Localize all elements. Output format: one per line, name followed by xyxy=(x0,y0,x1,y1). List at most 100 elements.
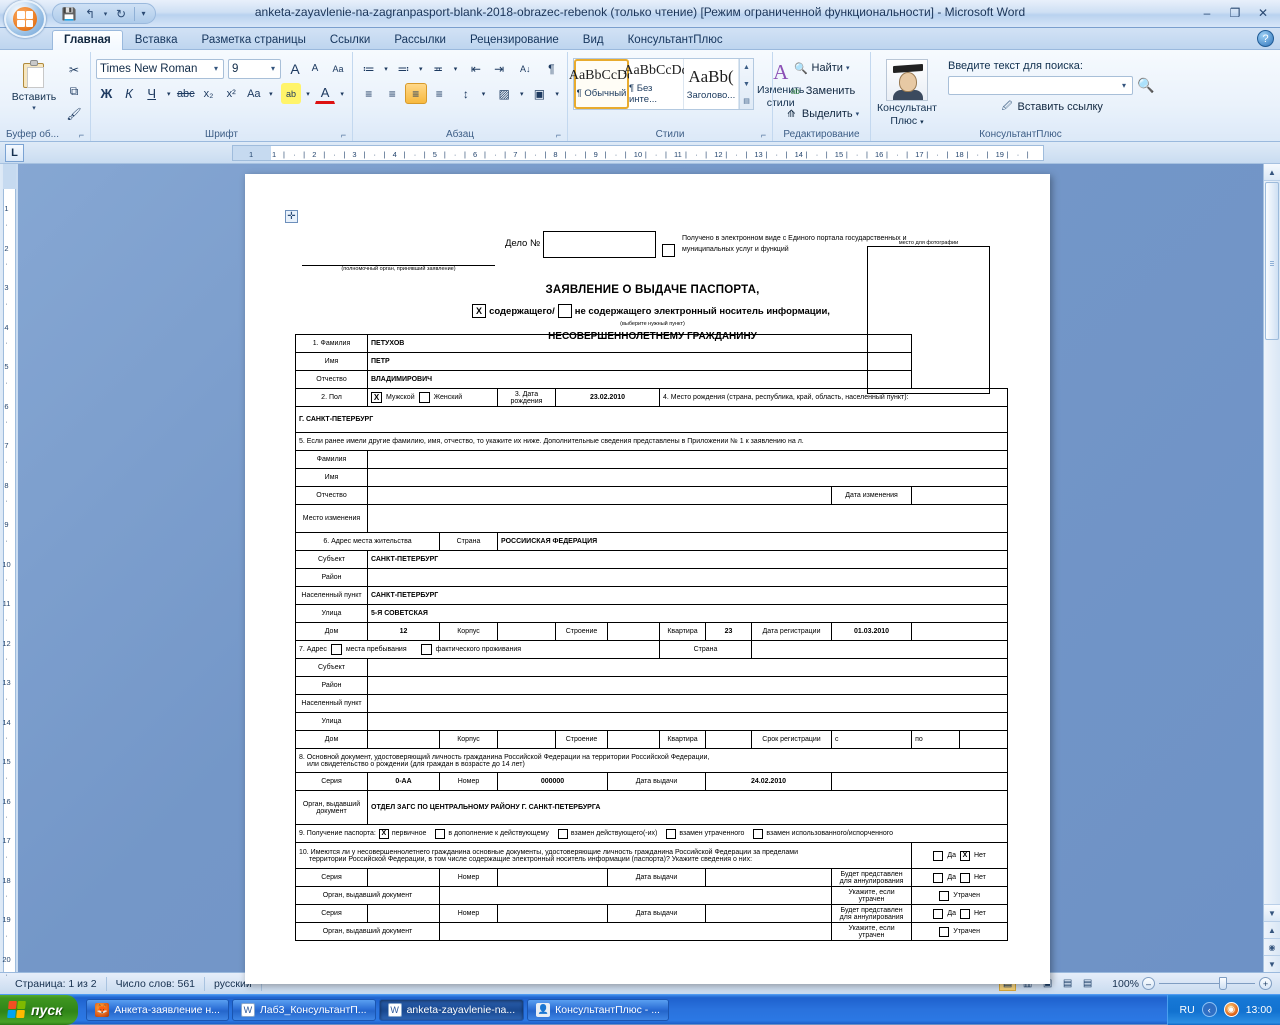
taskbar-item-lab3[interactable]: W Лаб3_КонсультантП... xyxy=(231,998,376,1021)
font-size-input[interactable] xyxy=(229,62,266,75)
contains-chip-checkbox[interactable]: X xyxy=(472,304,487,318)
vertical-scrollbar[interactable]: ▲ ▼ ▲ ◉ ▼ xyxy=(1263,164,1280,972)
doc-series-value[interactable]: 0-АА xyxy=(367,772,440,791)
multilevel-caret-icon[interactable]: ▾ xyxy=(451,58,461,79)
view-draft-button[interactable]: ▤ xyxy=(1079,976,1096,991)
consultant-search-combo[interactable]: ▾ xyxy=(948,76,1133,95)
clear-formatting-button[interactable]: Aa xyxy=(329,58,347,79)
style-item-bez-interval[interactable]: AaBbCcDd ¶ Без инте... xyxy=(623,59,689,109)
show-formatting-marks-button[interactable]: ¶ xyxy=(541,58,562,79)
tray-expand-icon[interactable]: ‹ xyxy=(1201,1002,1217,1017)
tray-app-icon[interactable]: ◉ xyxy=(1223,1002,1239,1017)
style-item-obychny[interactable]: AaBbCcDd ¶ Обычный xyxy=(569,59,634,109)
consultant-search-input[interactable] xyxy=(949,78,1117,93)
fd2-number-value[interactable] xyxy=(497,904,608,923)
locality-value[interactable]: САНКТ-ПЕТЕРБУРГ xyxy=(366,586,1009,605)
country-value[interactable]: РОССИИСКАЯ ФЕДЕРАЦИЯ xyxy=(496,532,1009,551)
style-item-zagolovok[interactable]: AaBb( Заголово... xyxy=(684,59,739,109)
status-page[interactable]: Страница: 1 из 2 xyxy=(6,976,107,991)
format-painter-button[interactable]: 🖌 xyxy=(63,103,85,124)
fd1-date-value[interactable] xyxy=(705,868,832,887)
consultant-search-caret-icon[interactable]: ▾ xyxy=(1117,81,1131,90)
no-chip-checkbox[interactable] xyxy=(557,304,572,318)
shading-button[interactable]: ▨ xyxy=(493,83,515,104)
tab-stop-selector[interactable]: L xyxy=(5,144,24,162)
stay-subject-value[interactable] xyxy=(366,658,1009,677)
view-outline-button[interactable]: ▤ xyxy=(1059,976,1076,991)
vertical-ruler[interactable]: 1 · 2 · 3 · 4 · 5 · 6 · 7 · 8 · 9 · 10 · 11 · 12 · 13 · 14 · 15 · 16 · 1… xyxy=(0,164,18,979)
browse-prev-icon[interactable]: ▲ xyxy=(1264,921,1280,938)
font-size-caret-icon[interactable]: ▾ xyxy=(266,64,280,73)
change-place-value[interactable] xyxy=(366,504,1009,533)
taskbar-item-firefox[interactable]: 🦊 Анкета-заявление н... xyxy=(86,998,229,1021)
superscript-button[interactable]: x² xyxy=(221,83,242,104)
surname-value[interactable]: ПЕТУХОВ xyxy=(366,334,913,353)
taskbar-item-anketa[interactable]: W anketa-zayavlenie-na... xyxy=(378,998,525,1021)
birthdate-value[interactable]: 23.02.2010 xyxy=(555,388,660,407)
stay-district-value[interactable] xyxy=(366,676,1009,695)
borders-button[interactable]: ▣ xyxy=(529,83,551,104)
align-center-button[interactable]: ≡ xyxy=(382,83,404,104)
replace-lost-checkbox[interactable] xyxy=(666,828,677,839)
change-case-button[interactable]: Aa xyxy=(244,83,265,104)
numbering-button[interactable]: ≕ xyxy=(393,58,414,79)
highlight-caret-icon[interactable]: ▾ xyxy=(303,83,312,104)
search-icon[interactable]: 🔍 xyxy=(1137,77,1154,94)
reg-date-value[interactable]: 01.03.2010 xyxy=(830,622,913,641)
close-button[interactable]: ✕ xyxy=(1250,3,1276,22)
eportal-checkbox[interactable] xyxy=(662,244,675,257)
stay-checkbox[interactable] xyxy=(330,644,342,655)
change-date-value[interactable] xyxy=(911,486,1009,505)
minimize-button[interactable]: – xyxy=(1194,3,1220,22)
align-left-button[interactable]: ≡ xyxy=(358,83,380,104)
styles-more-icon[interactable]: ▤ xyxy=(740,93,753,110)
stay-apartment-value[interactable] xyxy=(705,730,752,749)
male-checkbox[interactable]: X xyxy=(371,392,382,403)
stay-house-value[interactable] xyxy=(367,730,440,749)
copy-button[interactable]: ⧉ xyxy=(63,81,85,102)
doc-issuer-value[interactable]: ОТДЕЛ ЗАГС ПО ЦЕНТРАЛЬНОМУ РАЙОНУ Г. САН… xyxy=(366,790,1009,825)
fd2-no-checkbox[interactable] xyxy=(959,908,970,919)
tab-razmetka[interactable]: Разметка страницы xyxy=(190,30,318,50)
office-button[interactable] xyxy=(4,0,46,38)
stay-structure-value[interactable] xyxy=(607,730,660,749)
find-button[interactable]: 🔍 Найти ▾ xyxy=(778,57,865,79)
line-spacing-caret-icon[interactable]: ▾ xyxy=(479,83,489,104)
street-value[interactable]: 5-Я СОВЕТСКАЯ xyxy=(366,604,1009,623)
font-size-combo[interactable]: ▾ xyxy=(228,58,281,79)
styles-launcher-icon[interactable]: ⌐ xyxy=(758,129,769,140)
sort-button[interactable]: A↓ xyxy=(515,58,536,79)
delo-input[interactable] xyxy=(543,231,656,258)
italic-button[interactable]: К xyxy=(119,83,140,104)
firstname-value[interactable]: ПЕТР xyxy=(366,352,913,371)
tab-vid[interactable]: Вид xyxy=(571,30,616,50)
fd1-issuer-value[interactable] xyxy=(439,886,832,905)
subject-value[interactable]: САНКТ-ПЕТЕРБУРГ xyxy=(366,550,1009,569)
language-indicator[interactable]: RU xyxy=(1180,1004,1195,1016)
zoom-track[interactable] xyxy=(1159,977,1255,990)
replace-valid-checkbox[interactable] xyxy=(557,828,568,839)
multilevel-list-button[interactable]: ≖ xyxy=(428,58,449,79)
replace-used-checkbox[interactable] xyxy=(753,828,764,839)
font-launcher-icon[interactable]: ⌐ xyxy=(338,129,349,140)
change-case-caret-icon[interactable]: ▾ xyxy=(266,83,275,104)
status-words[interactable]: Число слов: 561 xyxy=(107,976,206,991)
subscript-button[interactable]: x₂ xyxy=(198,83,219,104)
font-name-combo[interactable]: ▾ xyxy=(96,58,224,79)
foreign-yes-checkbox[interactable] xyxy=(933,850,944,861)
fd1-yes-checkbox[interactable] xyxy=(933,872,944,883)
tab-rassylki[interactable]: Рассылки xyxy=(382,30,458,50)
cut-button[interactable]: ✂ xyxy=(63,59,85,80)
fd2-series-value[interactable] xyxy=(367,904,440,923)
increase-indent-button[interactable]: ⇥ xyxy=(489,58,510,79)
doc-issuedate-value[interactable]: 24.02.2010 xyxy=(705,772,832,791)
zoom-thumb[interactable] xyxy=(1219,977,1227,990)
stay-building-value[interactable] xyxy=(497,730,556,749)
fd2-lost-checkbox[interactable] xyxy=(939,926,950,937)
fd1-number-value[interactable] xyxy=(497,868,608,887)
browse-object-icon[interactable]: ◉ xyxy=(1264,938,1280,955)
paste-caret-icon[interactable]: ▾ xyxy=(32,104,36,112)
actual-checkbox[interactable] xyxy=(420,644,432,655)
help-icon[interactable]: ? xyxy=(1257,30,1274,47)
paste-button[interactable]: Вставить ▾ xyxy=(7,57,61,113)
